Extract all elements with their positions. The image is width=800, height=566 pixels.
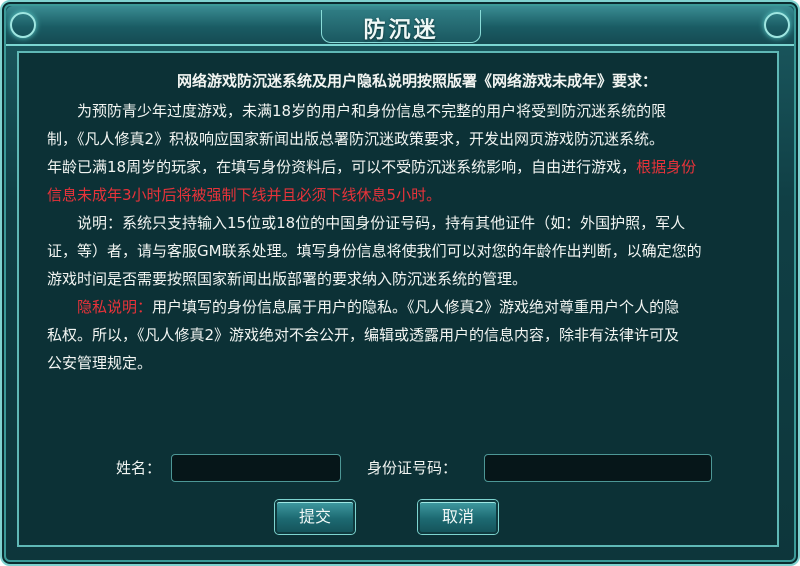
paragraph-2-line-1: 年龄已满18周岁的玩家，在填写身份资料后，可以不受防沉迷系统影响，自由进行游戏，…	[47, 153, 777, 181]
notice-text: 网络游戏防沉迷系统及用户隐私说明按照版署《网络游戏未成年》要求： 为预防青少年过…	[47, 67, 777, 377]
cancel-button[interactable]: 取消	[418, 500, 498, 534]
title-plate: 防沉迷	[321, 10, 481, 43]
name-input[interactable]	[171, 454, 341, 482]
paragraph-3-line-2: 证，等）者，请与客服GM联系处理。填写身份信息将使我们可以对您的年龄作出判断，以…	[47, 242, 702, 260]
paragraph-3-line-1: 说明：系统只支持输入15位或18位的中国身份证号码，持有其他证件（如：外国护照，…	[77, 214, 686, 232]
privacy-label: 隐私说明：	[77, 298, 153, 316]
privacy-text: 用户填写的身份信息属于用户的隐私。《凡人修真2》游戏绝对尊重用户个人的隐	[152, 298, 680, 316]
paragraph-4-line-3: 公安管理规定。	[47, 354, 153, 372]
corner-ornament-icon	[10, 12, 36, 38]
paragraph-1-line-1: 为预防青少年过度游戏，未满18岁的用户和身份信息不完整的用户将受到防沉迷系统的限	[77, 102, 667, 120]
dialog-title: 防沉迷	[363, 18, 439, 43]
name-label: 姓名：	[116, 459, 162, 477]
id-number-input[interactable]	[484, 454, 712, 482]
paragraph-2-warning-text: 根据身份	[636, 158, 697, 176]
notice-heading: 网络游戏防沉迷系统及用户隐私说明按照版署《网络游戏未成年》要求：	[176, 72, 657, 90]
paragraph-2-warning-line-2: 信息未成年3小时后将被强制下线并且必须下线休息5小时。	[47, 186, 442, 204]
submit-button[interactable]: 提交	[275, 500, 355, 534]
paragraph-1-line-2: 制，《凡人修真2》积极响应国家新闻出版总署防沉迷政策要求，开发出网页游戏防沉迷系…	[47, 130, 665, 148]
title-bar: 防沉迷	[6, 6, 794, 46]
paragraph-3-line-3: 游戏时间是否需要按照国家新闻出版部署的要求纳入防沉迷系统的管理。	[47, 270, 528, 288]
paragraph-4-line-2: 私权。所以，《凡人修真2》游戏绝对不会公开，编辑或透露用户的信息内容，除非有法律…	[47, 326, 680, 344]
paragraph-2-normal-text: 年龄已满18周岁的玩家，在填写身份资料后，可以不受防沉迷系统影响，自由进行游戏，	[47, 158, 637, 176]
id-number-label: 身份证号码：	[367, 459, 458, 477]
corner-ornament-icon	[764, 12, 790, 38]
paragraph-4-line-1: 隐私说明：用户填写的身份信息属于用户的隐私。《凡人修真2》游戏绝对尊重用户个人的…	[47, 293, 777, 321]
